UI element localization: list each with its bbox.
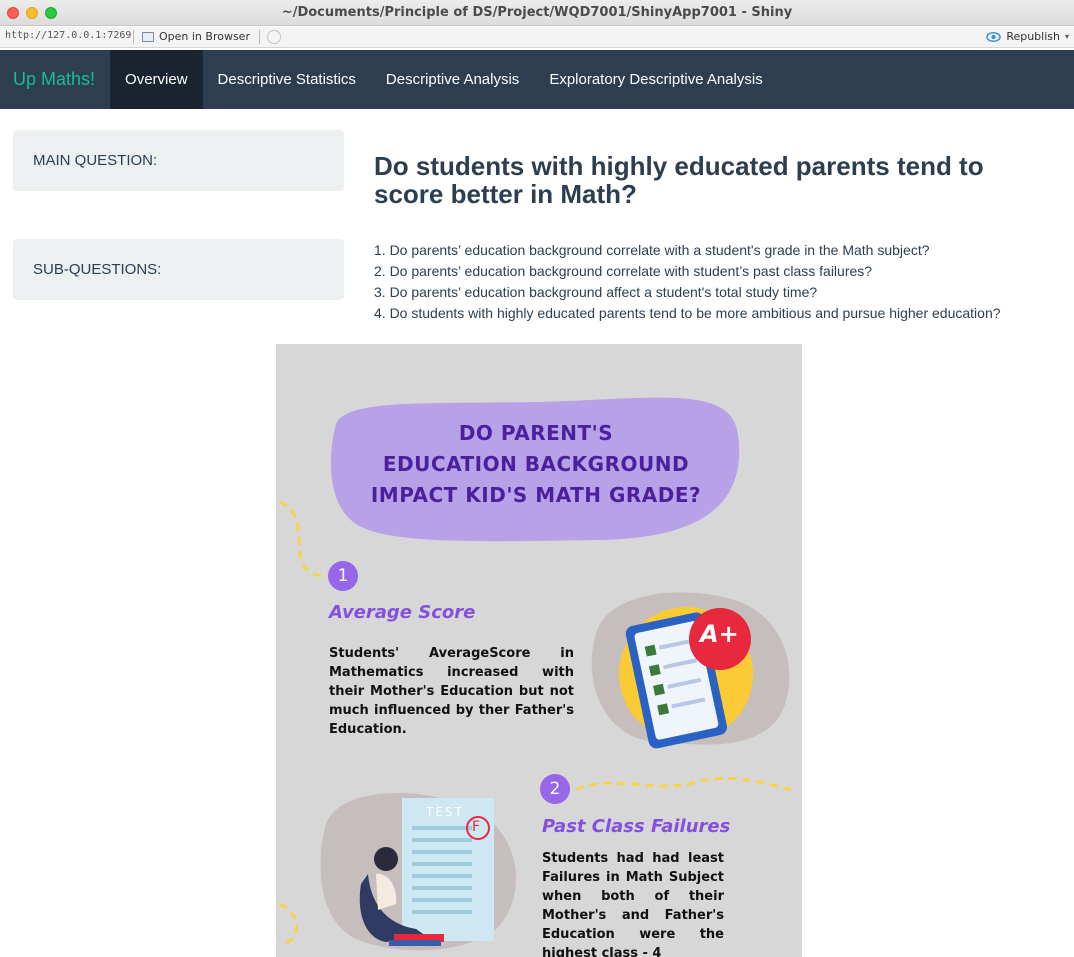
tab-overview[interactable]: Overview (110, 50, 203, 109)
infographic-title: DO PARENT'S EDUCATION BACKGROUND IMPACT … (336, 418, 736, 511)
app-navbar: Up Maths! Overview Descriptive Statistic… (0, 50, 1074, 109)
navbar-brand[interactable]: Up Maths! (0, 50, 110, 109)
average-score-heading: Average Score (329, 602, 476, 623)
a-plus-grade-badge: A+ (700, 620, 739, 648)
average-score-text: Students' AverageScore in Mathematics in… (329, 646, 574, 737)
tab-descriptive-analysis[interactable]: Descriptive Analysis (371, 50, 534, 109)
main-question-label: MAIN QUESTION: (33, 152, 158, 169)
republish-label: Republish (1006, 30, 1060, 43)
sub-question-list: 1. Do parents’ education background corr… (374, 240, 1001, 324)
sub-question-item: 1. Do parents’ education background corr… (374, 242, 930, 258)
f-grade-mark: F (472, 819, 481, 835)
toolbar-divider (133, 30, 134, 44)
past-class-failures-heading: Past Class Failures (542, 816, 731, 837)
republish-button[interactable]: Republish ▾ (986, 30, 1069, 43)
open-in-browser-label: Open in Browser (159, 30, 250, 43)
window-title: ~/Documents/Principle of DS/Project/WQD7… (281, 5, 793, 20)
main-question-heading: Do students with highly educated parents… (374, 151, 984, 209)
sub-question-item: 3. Do parents’ education background affe… (374, 284, 818, 300)
infographic-title-line: IMPACT KID'S MATH GRADE? (370, 483, 702, 507)
open-window-icon (142, 31, 154, 42)
refresh-icon[interactable] (267, 30, 281, 44)
chevron-down-icon[interactable]: ▾ (1065, 32, 1069, 41)
url-display[interactable]: http://127.0.0.1:7269 (5, 30, 131, 41)
sub-question-item: 2. Do parents’ education background corr… (374, 263, 873, 279)
toolbar-divider (259, 30, 260, 44)
past-class-failures-text: Students had had least Failures in Math … (542, 851, 724, 957)
open-in-browser-button[interactable]: Open in Browser (142, 30, 250, 43)
tab-exploratory-descriptive-analysis[interactable]: Exploratory Descriptive Analysis (534, 50, 777, 109)
infographic-title-line: DO PARENT'S (458, 421, 614, 445)
publish-icon (986, 31, 1002, 42)
infographic-title-line: EDUCATION BACKGROUND (382, 452, 690, 476)
sub-questions-panel: SUB-QUESTIONS: (13, 239, 344, 300)
section-number-badge: 1 (328, 561, 358, 591)
test-paper-label: TEST (426, 805, 464, 819)
window-titlebar: ~/Documents/Principle of DS/Project/WQD7… (0, 0, 1074, 26)
infographic-image: DO PARENT'S EDUCATION BACKGROUND IMPACT … (276, 344, 802, 957)
section-number-badge: 2 (540, 774, 570, 804)
sub-question-item: 4. Do students with highly educated pare… (374, 305, 1001, 321)
viewer-toolbar: http://127.0.0.1:7269 Open in Browser Re… (0, 27, 1074, 48)
main-question-panel: MAIN QUESTION: (13, 130, 344, 191)
tab-descriptive-statistics[interactable]: Descriptive Statistics (203, 50, 371, 109)
sub-questions-label: SUB-QUESTIONS: (33, 261, 162, 278)
